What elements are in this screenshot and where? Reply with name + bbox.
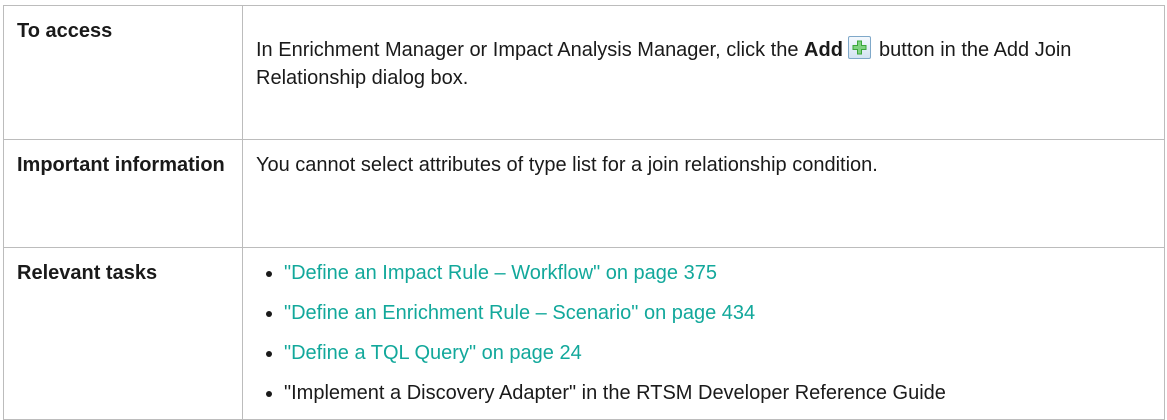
link-define-enrichment-rule[interactable]: "Define an Enrichment Rule – Scenario" o… <box>284 302 755 324</box>
plus-icon <box>848 36 872 59</box>
list-item: "Define a TQL Query" on page 24 <box>256 339 1152 379</box>
link-define-tql-query[interactable]: "Define a TQL Query" on page 24 <box>284 342 582 364</box>
value-relevant-tasks: "Define an Impact Rule – Workflow" on pa… <box>242 247 1165 420</box>
bullet-icon <box>266 311 272 317</box>
bullet-icon <box>266 351 272 357</box>
info-table: To access In Enrichment Manager or Impac… <box>3 5 1165 420</box>
add-button-label: Add <box>804 39 843 61</box>
list-item: "Define an Impact Rule – Workflow" on pa… <box>256 259 1152 299</box>
label-relevant-tasks: Relevant tasks <box>3 247 243 420</box>
row-relevant-tasks: Relevant tasks "Define an Impact Rule – … <box>3 247 1165 420</box>
label-important-information: Important information <box>3 139 243 248</box>
task-list: "Define an Impact Rule – Workflow" on pa… <box>256 259 1152 419</box>
bullet-icon <box>266 391 272 397</box>
access-text-before: In Enrichment Manager or Impact Analysis… <box>256 39 805 61</box>
row-important-information: Important information You cannot select … <box>3 139 1165 248</box>
task-text-discovery-adapter: "Implement a Discovery Adapter" in the R… <box>284 382 946 404</box>
value-important-information: You cannot select attributes of type lis… <box>242 139 1165 248</box>
link-define-impact-rule[interactable]: "Define an Impact Rule – Workflow" on pa… <box>284 262 717 284</box>
list-item: "Define an Enrichment Rule – Scenario" o… <box>256 299 1152 339</box>
list-item: "Implement a Discovery Adapter" in the R… <box>256 379 1152 419</box>
row-to-access: To access In Enrichment Manager or Impac… <box>3 5 1165 140</box>
bullet-icon <box>266 271 272 277</box>
value-to-access: In Enrichment Manager or Impact Analysis… <box>242 5 1165 140</box>
label-to-access: To access <box>3 5 243 140</box>
